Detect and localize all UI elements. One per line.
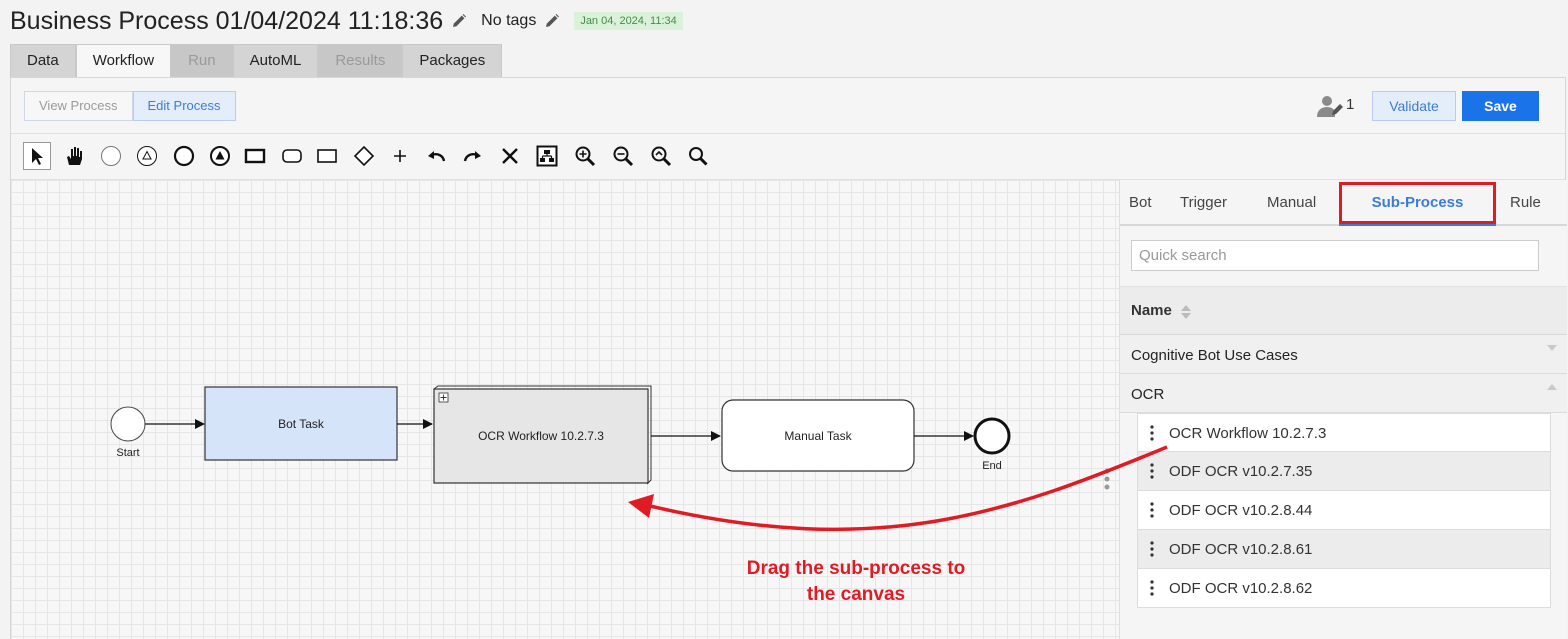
annotation-line-1: Drag the sub-process to [746, 558, 966, 579]
drag-handle-icon[interactable] [1149, 463, 1155, 479]
circle-icon[interactable] [97, 142, 125, 170]
rectangle-icon[interactable] [241, 142, 269, 170]
group-label: OCR [1131, 386, 1165, 403]
list-item[interactable]: ODF OCR v10.2.8.61 [1137, 530, 1551, 569]
zoom-fit-icon[interactable] [647, 142, 675, 170]
tags-label: No tags [481, 12, 537, 29]
group-label: Cognitive Bot Use Cases [1131, 347, 1298, 364]
save-button[interactable]: Save [1462, 91, 1539, 121]
main-tabs: Data Workflow Run AutoML Results Package… [10, 44, 503, 77]
start-event[interactable] [110, 406, 146, 442]
plus-icon[interactable] [386, 142, 414, 170]
panel-resize-handle[interactable] [1103, 467, 1111, 491]
task-palette: Bot Trigger Manual Sub-Process Rule Quic… [1119, 180, 1567, 639]
list-item-label: OCR Workflow 10.2.7.3 [1169, 425, 1327, 442]
page-title: Business Process 01/04/2024 11:18:36 [10, 6, 444, 35]
group-ocr[interactable]: OCR [1120, 374, 1567, 413]
list-item-label: ODF OCR v10.2.8.61 [1169, 541, 1313, 558]
subprocess-list: OCR Workflow 10.2.7.3 ODF OCR v10.2.7.35… [1137, 413, 1551, 608]
tab-manual[interactable]: Manual [1267, 180, 1316, 226]
list-item[interactable]: ODF OCR v10.2.8.44 [1137, 491, 1551, 530]
drag-handle-icon[interactable] [1149, 502, 1155, 518]
user-edit-icon[interactable] [1315, 94, 1345, 118]
list-item[interactable]: OCR Workflow 10.2.7.3 [1137, 413, 1551, 452]
end-label: End [982, 460, 1002, 472]
list-item[interactable]: ODF OCR v10.2.8.62 [1137, 569, 1551, 608]
tab-automl[interactable]: AutoML [232, 44, 319, 77]
tab-highlight-annotation [1339, 182, 1496, 224]
undo-icon[interactable] [422, 142, 450, 170]
tab-bot[interactable]: Bot [1129, 180, 1152, 226]
list-item-label: ODF OCR v10.2.8.44 [1169, 502, 1313, 519]
edit-tags-icon[interactable] [544, 13, 560, 29]
header: Business Process 01/04/2024 11:18:36 No … [10, 6, 683, 36]
filled-triangle-circle-icon[interactable] [206, 142, 234, 170]
chevron-down-icon [1547, 345, 1557, 351]
workflow-panel: View Process Edit Process 1 Validate Sav… [10, 77, 1567, 639]
group-cognitive-bot-use-cases[interactable]: Cognitive Bot Use Cases [1120, 335, 1567, 374]
list-item-label: ODF OCR v10.2.8.62 [1169, 580, 1313, 597]
subprocess-label: OCR Workflow 10.2.7.3 [478, 429, 604, 443]
drag-handle-icon[interactable] [1149, 580, 1155, 596]
name-column-header[interactable]: Name [1120, 286, 1567, 335]
diamond-icon[interactable] [350, 142, 378, 170]
quick-search-input[interactable]: Quick search [1131, 240, 1539, 271]
end-event[interactable] [973, 417, 1011, 455]
drag-handle-icon[interactable] [1149, 541, 1155, 557]
user-count: 1 [1346, 96, 1355, 113]
validate-button[interactable]: Validate [1372, 91, 1456, 121]
date-badge: Jan 04, 2024, 11:34 [574, 12, 683, 30]
sort-icon[interactable] [1180, 303, 1192, 321]
chevron-up-icon [1547, 384, 1557, 390]
workflow-topbar: View Process Edit Process 1 Validate Sav… [11, 78, 1565, 134]
triangle-circle-icon[interactable] [133, 142, 161, 170]
redo-icon[interactable] [459, 142, 487, 170]
tab-results: Results [318, 44, 403, 77]
zoom-out-icon[interactable] [609, 142, 637, 170]
diagram-toolbar [11, 134, 1565, 180]
list-item[interactable]: ODF OCR v10.2.7.35 [1137, 452, 1551, 491]
layout-icon[interactable] [533, 142, 561, 170]
list-item-label: ODF OCR v10.2.7.35 [1169, 463, 1313, 480]
edit-process-button[interactable]: Edit Process [132, 91, 236, 121]
hand-icon[interactable] [60, 142, 88, 170]
tab-packages[interactable]: Packages [402, 44, 503, 77]
mode-switch: View Process Edit Process [24, 91, 236, 121]
view-process-button[interactable]: View Process [24, 91, 133, 121]
thin-rectangle-icon[interactable] [313, 142, 341, 170]
zoom-icon[interactable] [684, 142, 712, 170]
tab-data[interactable]: Data [10, 44, 76, 77]
zoom-in-icon[interactable] [571, 142, 599, 170]
tab-trigger[interactable]: Trigger [1180, 180, 1227, 226]
drag-annotation-text: Drag the sub-process to the canvas [742, 556, 970, 608]
bold-circle-icon[interactable] [170, 142, 198, 170]
tab-run: Run [171, 44, 233, 77]
delete-icon[interactable] [496, 142, 524, 170]
drag-handle-icon[interactable] [1149, 425, 1155, 441]
tab-rule[interactable]: Rule [1510, 180, 1541, 226]
manual-task-label: Manual Task [784, 429, 852, 443]
start-label: Start [116, 447, 139, 459]
rounded-rectangle-icon[interactable] [278, 142, 306, 170]
edit-title-icon[interactable] [451, 13, 467, 29]
name-column-label: Name [1131, 302, 1172, 319]
pointer-icon[interactable] [23, 142, 51, 170]
bot-task-label: Bot Task [278, 417, 325, 431]
annotation-line-2: the canvas [806, 584, 906, 605]
palette-tabs: Bot Trigger Manual Sub-Process Rule [1120, 180, 1567, 226]
tab-workflow[interactable]: Workflow [75, 44, 172, 77]
